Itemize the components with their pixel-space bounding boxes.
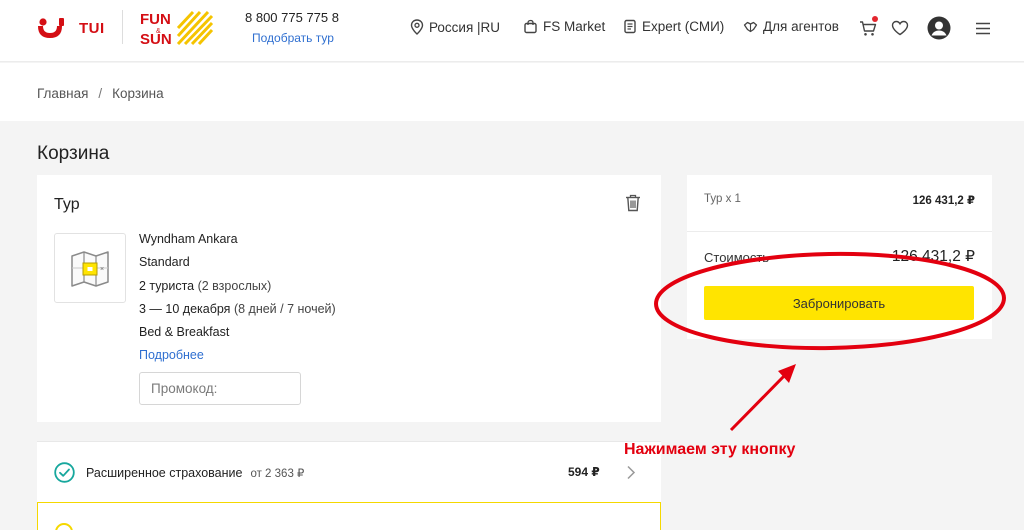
nav-region[interactable]: Россия |RU	[410, 19, 500, 35]
tui-logo[interactable]: TUI	[36, 16, 105, 40]
breadcrumb-home[interactable]: Главная	[37, 86, 88, 101]
hotel-name: Wyndham Ankara	[139, 232, 238, 246]
menu-icon	[976, 22, 990, 34]
favorites-button[interactable]	[888, 16, 912, 40]
menu-button[interactable]	[971, 16, 995, 40]
check-circle-icon	[54, 462, 75, 483]
insurance-price: 594 ₽	[568, 465, 600, 479]
option-radio-icon	[55, 523, 73, 530]
dates-range: 3 — 10 декабря	[139, 301, 231, 316]
cart-icon	[860, 20, 877, 36]
hotel-thumbnail: ×	[54, 233, 126, 303]
nav-agents-label: Для агентов	[763, 19, 839, 34]
insurance-from-price: от 2 363 ₽	[250, 468, 305, 480]
tui-logo-text: TUI	[79, 19, 105, 37]
svg-text:×: ×	[100, 266, 104, 273]
tui-smile-icon	[38, 18, 64, 38]
tour-card: Тур × Wyndham Ankara Standard 2 туриста …	[37, 175, 661, 422]
tour-card-title: Тур	[54, 196, 80, 213]
breadcrumb-current: Корзина	[112, 86, 164, 101]
handshake-icon	[743, 21, 758, 33]
heart-icon	[891, 20, 909, 36]
nav-fs-market-label: FS Market	[543, 19, 606, 34]
cart-button[interactable]	[856, 16, 880, 40]
user-icon	[927, 16, 951, 40]
room-type: Standard	[139, 255, 190, 270]
nav-region-label: Россия |RU	[429, 19, 501, 35]
annotation-arrow-head	[778, 364, 796, 383]
tourists-detail: (2 взрослых)	[194, 278, 272, 293]
promo-code-input[interactable]	[139, 372, 301, 405]
svg-text:SUN: SUN	[140, 31, 172, 46]
dates-detail: (8 дней / 7 ночей)	[230, 301, 336, 316]
insurance-title: Расширенное страхование	[86, 466, 243, 480]
summary-cost-label: Стоимость	[704, 250, 770, 265]
book-button[interactable]: Забронировать	[704, 286, 974, 320]
trash-icon	[626, 194, 640, 212]
annotation-caption: Нажимаем эту кнопку	[624, 441, 796, 458]
phone-number[interactable]: 8 800 775 775 8	[245, 10, 339, 25]
cart-notification-dot	[872, 16, 878, 22]
map-placeholder-icon: ×	[71, 251, 109, 287]
tourists-count: 2 туриста	[139, 278, 195, 293]
location-pin-icon	[410, 19, 424, 35]
profile-button[interactable]	[927, 16, 951, 40]
nav-expert-label: Expert (СМИ)	[642, 19, 725, 34]
meal-plan: Bed & Breakfast	[139, 325, 230, 340]
logo-divider	[122, 10, 123, 44]
insurance-row[interactable]: Расширенное страхование от 2 363 ₽ 594 ₽	[37, 441, 661, 502]
breadcrumb-separator: /	[98, 86, 103, 101]
pick-tour-link[interactable]: Подобрать тур	[252, 31, 334, 45]
summary-cost-value: 126 431,2 ₽	[891, 248, 975, 265]
order-summary: Тур х 1 126 431,2 ₽ Стоимость 126 431,2 …	[687, 175, 992, 339]
summary-tour-value: 126 431,2 ₽	[912, 195, 975, 207]
shopping-bag-icon	[524, 19, 537, 34]
summary-tour-row: Тур х 1 126 431,2 ₽	[687, 175, 992, 232]
breadcrumb-bar: Главная / Корзина	[0, 63, 1024, 121]
svg-text:FUN: FUN	[140, 11, 171, 28]
page-title: Корзина	[37, 143, 110, 164]
tour-details: Wyndham Ankara Standard 2 туриста (2 взр…	[139, 231, 336, 371]
delete-tour-button[interactable]	[625, 194, 641, 217]
breadcrumb: Главная / Корзина	[37, 86, 164, 101]
site-header: TUI FUN & SUN 8 800 775 775 8 Подобрать …	[0, 0, 1024, 62]
insurance-label: Расширенное страхование от 2 363 ₽	[86, 466, 304, 480]
nav-agents[interactable]: Для агентов	[743, 19, 839, 34]
nav-expert[interactable]: Expert (СМИ)	[623, 19, 724, 34]
document-icon	[624, 19, 636, 34]
more-details-link[interactable]: Подробнее	[139, 347, 336, 370]
nav-fs-market[interactable]: FS Market	[523, 19, 605, 34]
dates-info: 3 — 10 декабря (8 дней / 7 ночей)	[139, 301, 336, 324]
option-row[interactable]	[37, 502, 661, 530]
chevron-right-icon[interactable]	[626, 465, 636, 480]
summary-tour-label: Тур х 1	[704, 193, 741, 205]
fun-and-sun-logo[interactable]: FUN & SUN	[138, 8, 214, 46]
annotation-arrow-line	[729, 370, 790, 432]
tourists-info: 2 туриста (2 взрослых)	[139, 278, 336, 301]
